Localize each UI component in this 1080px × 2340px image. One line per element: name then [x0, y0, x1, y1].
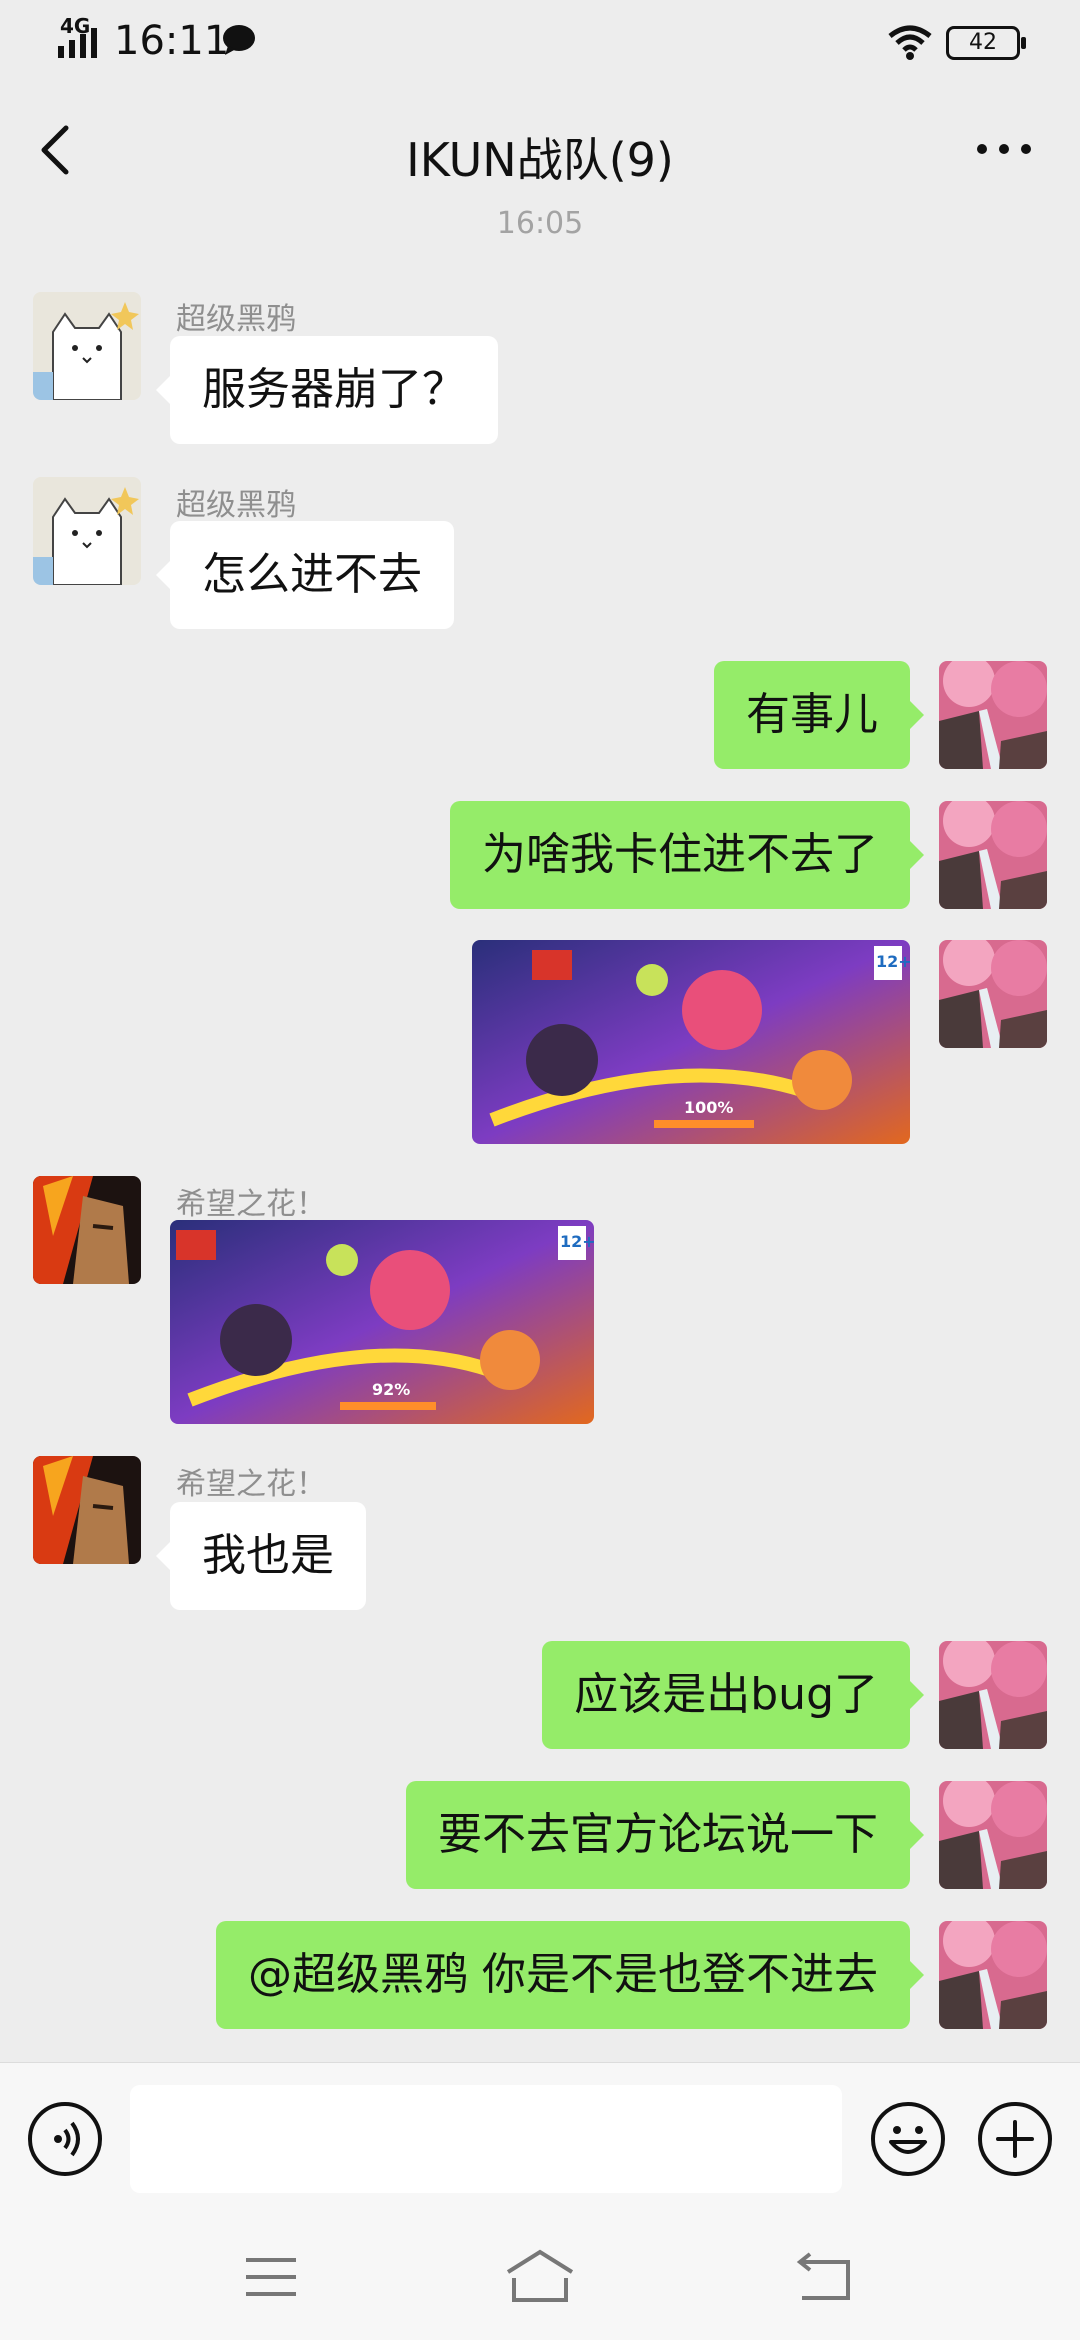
status-bar: 4G 16:11 42	[0, 0, 1080, 84]
network-type: 4G	[60, 14, 91, 38]
avatar-warrior[interactable]	[33, 1456, 141, 1564]
voice-icon	[54, 2121, 80, 2157]
battery-level: 42	[969, 30, 997, 55]
more-icon	[977, 144, 1031, 154]
image-message[interactable]: 12+ 100%	[472, 940, 910, 1144]
avatar-self[interactable]	[939, 801, 1047, 909]
back-nav-button[interactable]	[796, 2250, 854, 2302]
chat-title: IKUN战队(9)	[406, 133, 674, 187]
message-bubble[interactable]: 要不去官方论坛说一下	[406, 1781, 924, 1889]
system-navigation-bar	[0, 2222, 1080, 2340]
status-time: 16:11	[114, 18, 230, 64]
avatar-self[interactable]	[939, 1781, 1047, 1889]
message-bubble[interactable]: 为啥我卡住进不去了	[450, 801, 924, 909]
image-rating-badge: 12+	[876, 952, 910, 971]
sender-name: 希望之花！	[176, 1187, 326, 1222]
more-functions-button[interactable]	[978, 2102, 1052, 2176]
sender-name: 超级黑鸦	[176, 302, 296, 337]
home-icon	[506, 2249, 574, 2302]
message-input[interactable]	[130, 2085, 842, 2193]
avatar-self[interactable]	[939, 1641, 1047, 1749]
message-bubble[interactable]: 有事儿	[714, 661, 924, 769]
avatar-warrior[interactable]	[33, 1176, 141, 1284]
avatar-self[interactable]	[939, 661, 1047, 769]
message-bubble[interactable]: 服务器崩了？	[156, 336, 498, 444]
message-bubble[interactable]: 怎么进不去	[156, 521, 454, 629]
image-progress-text: 100%	[684, 1098, 734, 1117]
message-bubble[interactable]: 我也是	[156, 1502, 366, 1610]
emoji-button[interactable]	[871, 2102, 945, 2176]
image-message[interactable]: 12+ 92%	[170, 1220, 594, 1424]
voice-input-button[interactable]	[28, 2102, 102, 2176]
image-rating-badge: 12+	[560, 1232, 594, 1251]
menu-icon	[246, 2258, 296, 2296]
emoji-icon	[889, 2126, 927, 2154]
plus-icon	[996, 2120, 1034, 2158]
wifi-icon	[886, 22, 934, 62]
sender-name: 超级黑鸦	[176, 488, 296, 523]
chat-bubble-notification-icon	[222, 24, 256, 56]
home-button[interactable]	[504, 2248, 576, 2304]
return-icon	[796, 2252, 850, 2300]
chat-header: IKUN战队(9)	[0, 84, 1080, 214]
menu-button[interactable]	[244, 2252, 298, 2302]
message-bubble[interactable]: 应该是出bug了	[542, 1641, 924, 1749]
message-timestamp: 16:05	[496, 206, 584, 241]
avatar-cat[interactable]	[33, 477, 141, 585]
avatar-cat[interactable]	[33, 292, 141, 400]
message-bubble[interactable]: @超级黑鸦 你是不是也登不进去	[216, 1921, 924, 2029]
battery-icon: 42	[946, 26, 1026, 60]
more-options-button[interactable]	[970, 134, 1040, 164]
input-bar	[0, 2062, 1080, 2223]
image-progress-text: 92%	[372, 1380, 411, 1399]
sender-name: 希望之花！	[176, 1467, 326, 1502]
avatar-self[interactable]	[939, 1921, 1047, 2029]
avatar-self[interactable]	[939, 940, 1047, 1048]
